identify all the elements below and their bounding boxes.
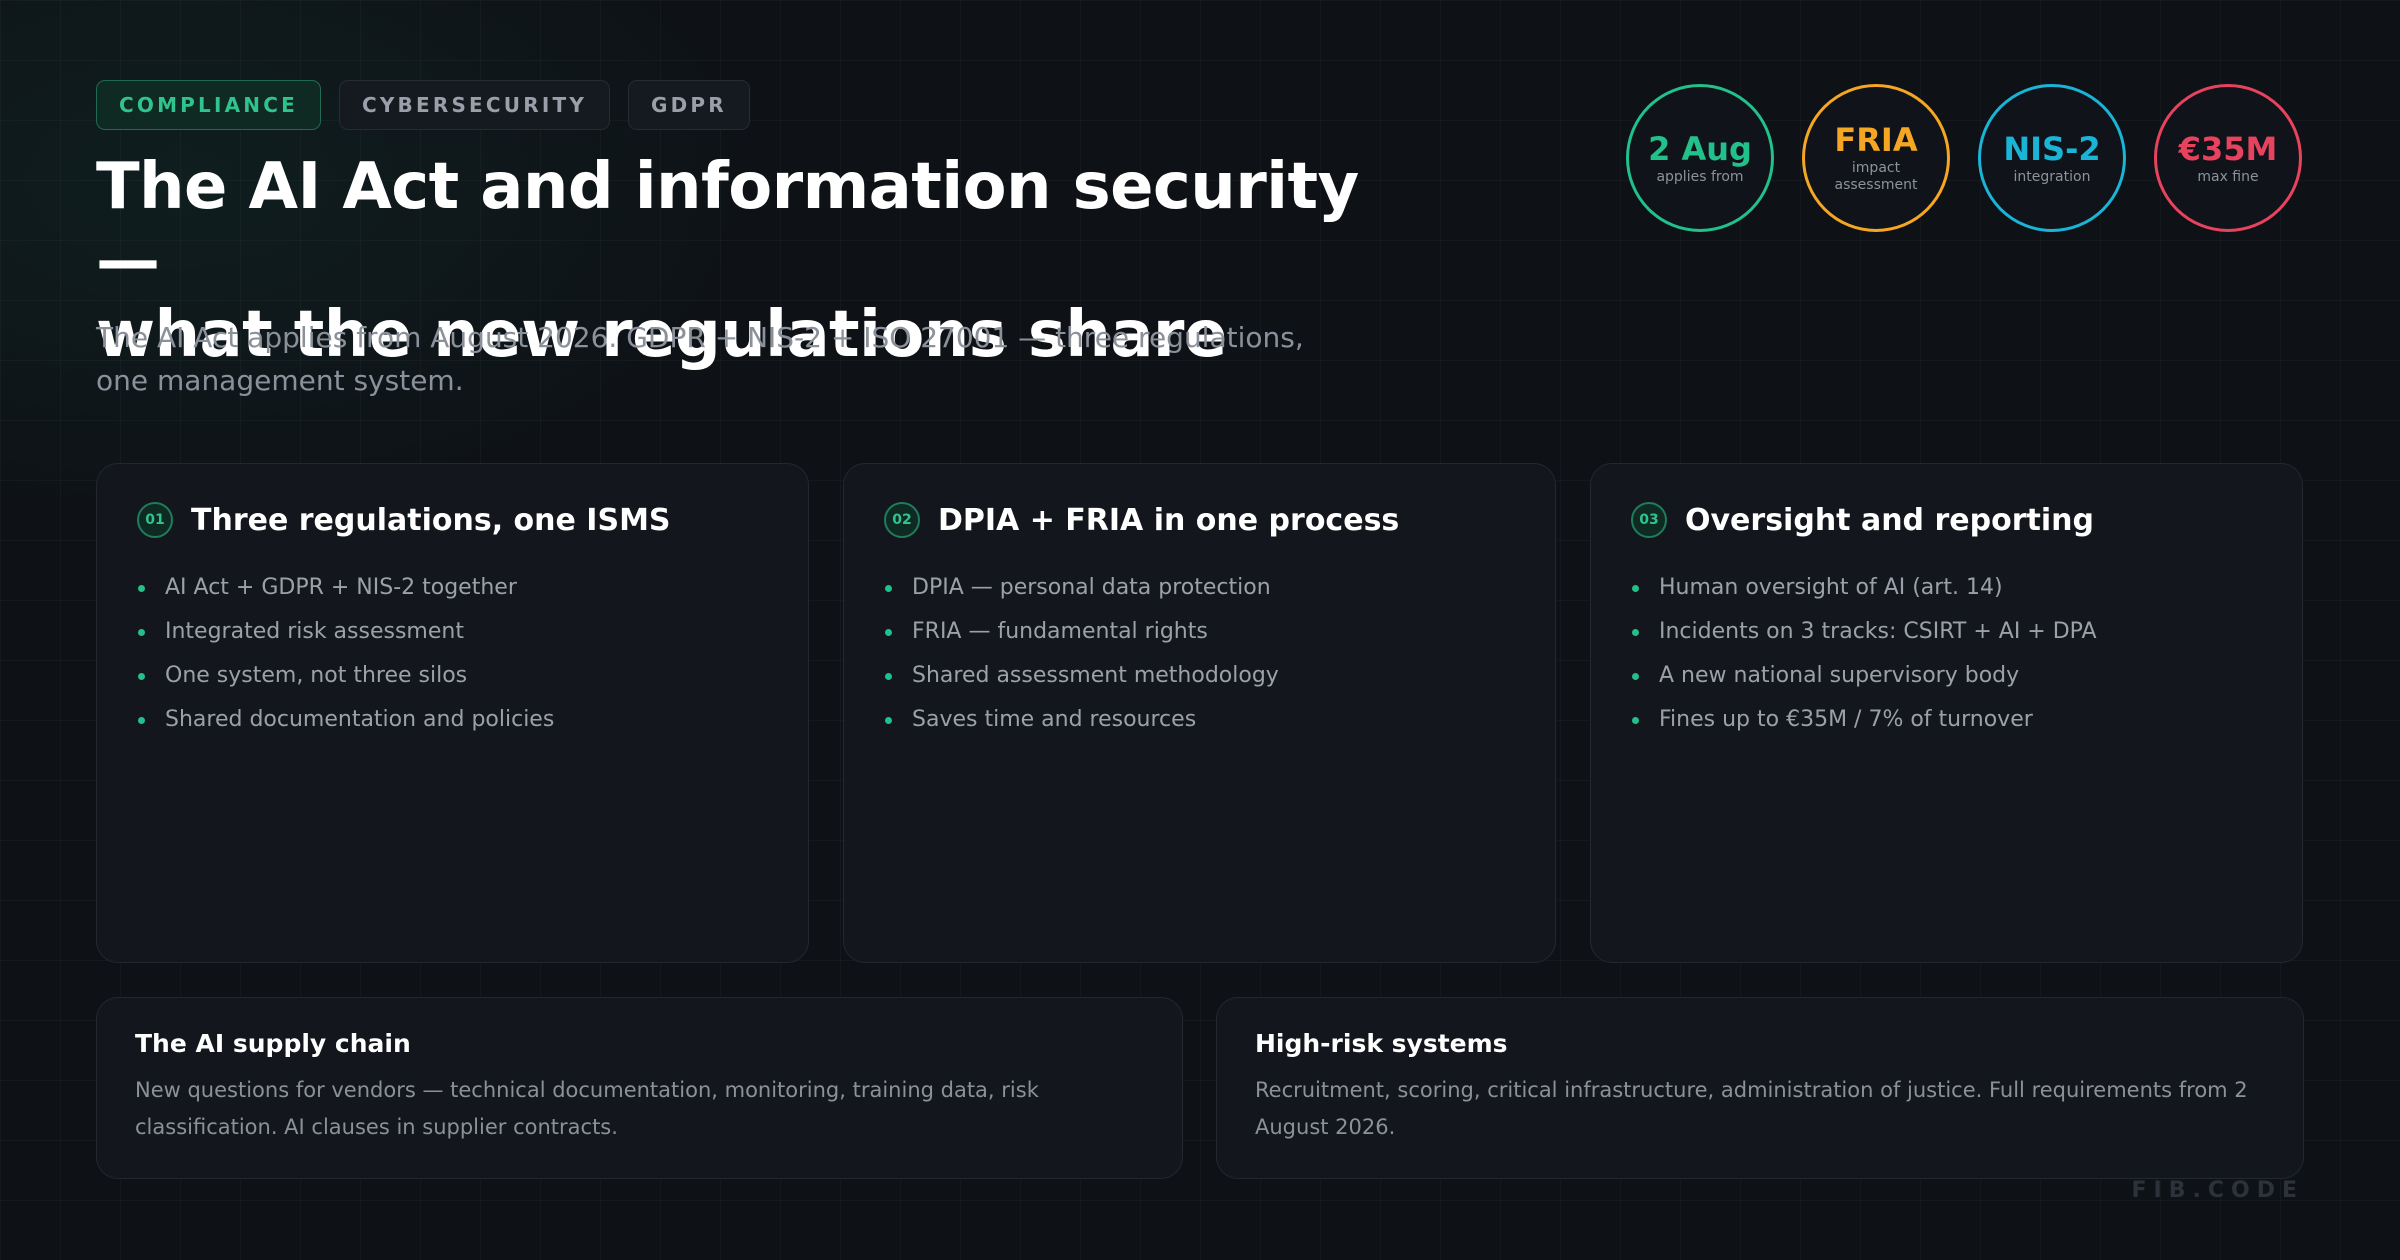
stat-value: 2 Aug (1648, 129, 1752, 168)
list-item: One system, not three silos (137, 654, 768, 698)
list-item: AI Act + GDPR + NIS-2 together (137, 566, 768, 610)
tag-compliance[interactable]: COMPLIANCE (96, 80, 321, 130)
card-text: Recruitment, scoring, critical infrastru… (1255, 1078, 2248, 1139)
stat-label: integration (2013, 168, 2091, 185)
list-item: Human oversight of AI (art. 14) (1631, 566, 2262, 610)
card-title: High-risk systems (1255, 1029, 1508, 1058)
page-subtitle: The AI Act applies from August 2026. GDP… (96, 321, 1304, 397)
card-title: Three regulations, one ISMS (191, 502, 671, 538)
card-title: Oversight and reporting (1685, 502, 2094, 538)
card-header: 03 Oversight and reporting (1631, 502, 2262, 538)
card-high-risk-systems: High-risk systems Recruitment, scoring, … (1216, 997, 2304, 1179)
stat-applies-from: 2 Aug applies from (1626, 84, 1774, 232)
stat-label: applies from (1656, 168, 1744, 185)
number-badge: 02 (884, 502, 920, 538)
number-badge: 01 (137, 502, 173, 538)
card-text: New questions for vendors — technical do… (135, 1078, 1039, 1139)
card-header: 02 DPIA + FRIA in one process (884, 502, 1515, 538)
stat-max-fine: €35M max fine (2154, 84, 2302, 232)
stat-value: €35M (2178, 129, 2278, 168)
stat-value: FRIA (1834, 121, 1918, 159)
card-header: 01 Three regulations, one ISMS (137, 502, 768, 538)
bullet-list: Human oversight of AI (art. 14) Incident… (1631, 566, 2262, 742)
tag-gdpr[interactable]: GDPR (628, 80, 750, 130)
card-title: The AI supply chain (135, 1029, 411, 1058)
bullet-list: DPIA — personal data protection FRIA — f… (884, 566, 1515, 742)
list-item: Integrated risk assessment (137, 610, 768, 654)
list-item: Fines up to €35M / 7% of turnover (1631, 698, 2262, 742)
tag-cybersecurity[interactable]: CYBERSECURITY (338, 80, 611, 130)
card-three-regulations: 01 Three regulations, one ISMS AI Act + … (96, 463, 809, 963)
list-item: Incidents on 3 tracks: CSIRT + AI + DPA (1631, 610, 2262, 654)
stat-label: impact assessment (1834, 160, 1918, 193)
list-item: DPIA — personal data protection (884, 566, 1515, 610)
list-item: Shared assessment methodology (884, 654, 1515, 698)
stat-nis2: NIS-2 integration (1978, 84, 2126, 232)
list-item: Saves time and resources (884, 698, 1515, 742)
card-title: DPIA + FRIA in one process (938, 502, 1400, 538)
list-item: Shared documentation and policies (137, 698, 768, 742)
bullet-list: AI Act + GDPR + NIS-2 together Integrate… (137, 566, 768, 742)
slide: COMPLIANCE CYBERSECURITY GDPR The AI Act… (0, 0, 2400, 1260)
card-dpia-fria: 02 DPIA + FRIA in one process DPIA — per… (843, 463, 1556, 963)
list-item: FRIA — fundamental rights (884, 610, 1515, 654)
number-badge: 03 (1631, 502, 1667, 538)
brand-logo-text: FIB.CODE (2131, 1178, 2304, 1203)
stat-label: max fine (2197, 168, 2259, 185)
card-oversight: 03 Oversight and reporting Human oversig… (1590, 463, 2303, 963)
stat-value: NIS-2 (2003, 129, 2101, 168)
tag-list: COMPLIANCE CYBERSECURITY GDPR (96, 80, 750, 130)
card-ai-supply-chain: The AI supply chain New questions for ve… (96, 997, 1183, 1179)
stat-circles: 2 Aug applies from FRIA impact assessmen… (1626, 84, 2302, 232)
page-title-line-1: The AI Act and information security — (96, 150, 1359, 298)
list-item: A new national supervisory body (1631, 654, 2262, 698)
stat-fria: FRIA impact assessment (1802, 84, 1950, 232)
